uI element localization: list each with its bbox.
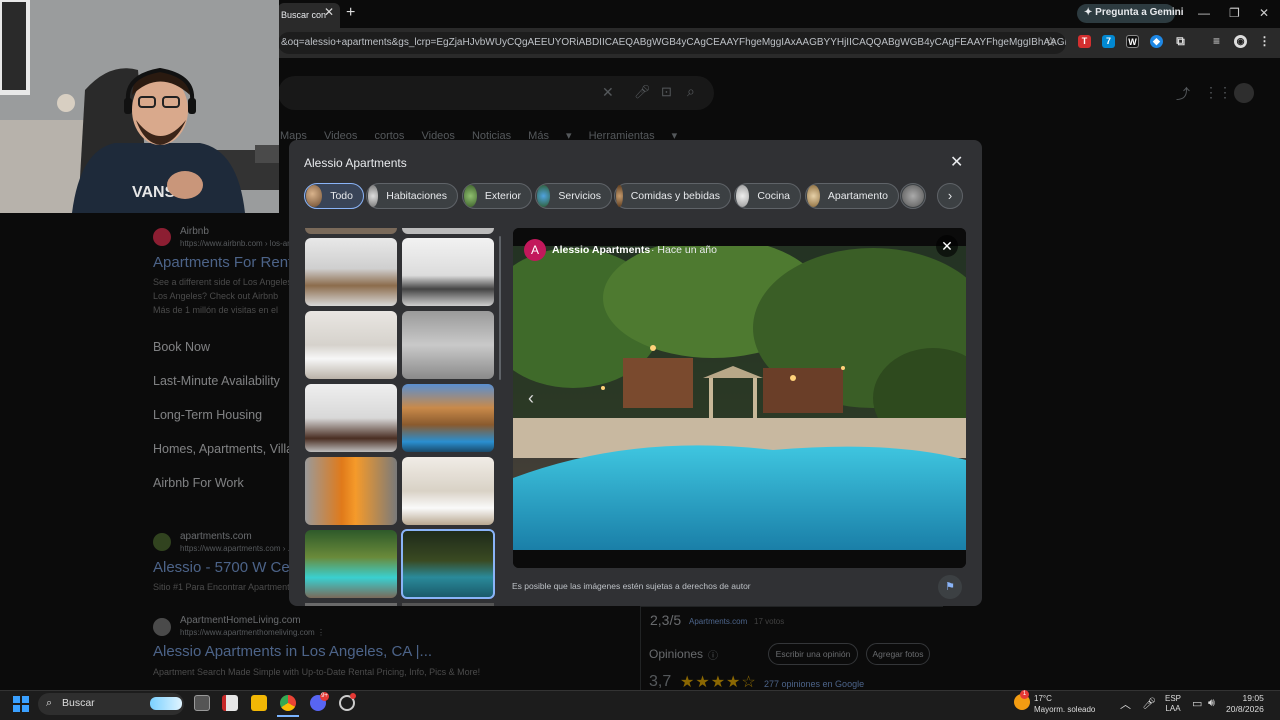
chrome-icon[interactable] xyxy=(280,695,296,711)
chip-label: Todo xyxy=(330,190,353,202)
reading-list-icon[interactable]: ≡ xyxy=(1210,35,1223,48)
chip-thumbnail xyxy=(902,185,924,207)
chip-exterior[interactable]: Exterior xyxy=(462,183,532,209)
restore-icon[interactable]: ❐ xyxy=(1229,6,1240,20)
gallery-scrollbar[interactable] xyxy=(499,236,501,380)
chip-thumbnail xyxy=(537,185,551,207)
pool-photo xyxy=(513,228,966,568)
author-avatar: A xyxy=(524,239,546,261)
gallery-thumbnail[interactable] xyxy=(305,530,397,598)
chip-thumbnail xyxy=(464,185,477,207)
minimize-icon[interactable]: — xyxy=(1198,6,1210,20)
windows-start-icon[interactable] xyxy=(13,696,29,712)
gallery-thumbnail[interactable] xyxy=(305,228,397,234)
address-bar[interactable]: &oq=alessio+apartments&gs_lcrp=EgZjaHJvb… xyxy=(278,32,1066,54)
tab-close-icon[interactable]: ✕ xyxy=(324,5,334,19)
chevron-right-icon[interactable]: › xyxy=(937,183,963,209)
gallery-thumbnail[interactable] xyxy=(305,311,397,379)
chip-label: Habitaciones xyxy=(386,190,447,202)
author-name[interactable]: Alessio Apartments xyxy=(552,244,650,256)
chip-label: Comidas y bebidas xyxy=(630,190,720,202)
search-icon: ⌕ xyxy=(46,697,53,709)
extension-icon[interactable]: 7 xyxy=(1102,35,1115,48)
language-indicator[interactable]: ESP LAA xyxy=(1165,694,1181,714)
chip-apartamento[interactable]: Apartamento xyxy=(805,183,899,209)
chevron-up-icon[interactable]: ︿ xyxy=(1120,696,1131,712)
extension-icon[interactable]: T xyxy=(1078,35,1091,48)
dialog-close-icon[interactable]: ✕ xyxy=(950,152,963,172)
chip-thumbnail xyxy=(368,185,379,207)
chip-label: Exterior xyxy=(484,190,521,202)
gallery-thumbnail[interactable] xyxy=(402,238,494,306)
search-highlight-icon xyxy=(150,697,182,710)
microphone-icon[interactable]: 🎤︎ xyxy=(1142,697,1156,710)
extension-icon[interactable]: W xyxy=(1126,35,1139,48)
taskbar-search-label: Buscar xyxy=(62,697,95,709)
browser-menu-icon[interactable]: ⋮ xyxy=(1258,35,1271,48)
gallery-thumbnail[interactable] xyxy=(305,384,397,452)
clock-date: 20/8/2026 xyxy=(1226,704,1264,714)
chip-comidas[interactable]: Comidas y bebidas xyxy=(614,183,731,209)
chip-more[interactable] xyxy=(900,183,926,209)
chip-label: Cocina xyxy=(757,190,790,202)
chip-habitaciones[interactable]: Habitaciones xyxy=(366,183,458,209)
weather-badge: 1 xyxy=(1020,690,1029,699)
gallery-thumbnail-selected[interactable] xyxy=(401,529,495,599)
new-tab-icon[interactable]: + xyxy=(346,4,355,22)
window-close-icon[interactable]: ✕ xyxy=(1259,6,1269,20)
gallery-thumbnail[interactable] xyxy=(402,603,494,606)
extensions-puzzle-icon[interactable]: ⧉ xyxy=(1174,35,1187,48)
webcam-overlay: VANS xyxy=(0,0,279,213)
chevron-left-icon[interactable]: ‹ xyxy=(528,388,534,409)
gemini-label: Pregunta a Gemini xyxy=(1095,7,1184,18)
chip-todo[interactable]: Todo xyxy=(304,183,364,209)
lang-top: ESP xyxy=(1165,694,1182,703)
report-flag-icon[interactable]: ⚑ xyxy=(938,575,962,599)
gallery-thumbnail[interactable] xyxy=(402,384,494,452)
app-icon[interactable] xyxy=(222,695,238,711)
weather-desc: Mayorm. soleado xyxy=(1034,705,1096,714)
post-time-text: Hace un año xyxy=(657,244,717,256)
notification-dot xyxy=(350,693,356,699)
chip-thumbnail xyxy=(616,185,623,207)
chip-servicios[interactable]: Servicios xyxy=(535,183,612,209)
file-explorer-icon[interactable] xyxy=(251,695,267,711)
notification-badge: 9+ xyxy=(320,692,329,701)
tab-title: Buscar con xyxy=(281,10,327,20)
gemini-button[interactable]: ✦ Pregunta a Gemini xyxy=(1077,4,1184,23)
address-text: &oq=alessio+apartments&gs_lcrp=EgZjaHJvb… xyxy=(281,37,1066,48)
gallery-thumbnail[interactable] xyxy=(305,457,397,525)
image-viewer[interactable] xyxy=(513,228,966,568)
weather-widget[interactable]: 17°C Mayorm. soleado xyxy=(1034,693,1095,715)
volume-icon[interactable]: 🔊︎ xyxy=(1208,697,1215,710)
chip-thumbnail xyxy=(306,185,323,207)
extension-icon[interactable]: ◆ xyxy=(1150,35,1163,48)
profile-avatar[interactable]: ◉ xyxy=(1234,35,1247,48)
gallery-thumbnail[interactable] xyxy=(305,603,397,606)
task-view-icon[interactable] xyxy=(194,695,210,711)
chip-label: Apartamento xyxy=(827,190,888,202)
gallery-thumbnail[interactable] xyxy=(402,228,494,234)
chip-label: Servicios xyxy=(558,190,601,202)
network-icon[interactable]: ▭ xyxy=(1192,697,1202,710)
dialog-title: Alessio Apartments xyxy=(304,156,407,170)
post-time: · Hace un año xyxy=(651,244,717,256)
chip-thumbnail xyxy=(807,185,820,207)
weather-temp: 17°C xyxy=(1034,694,1052,703)
active-indicator xyxy=(277,715,299,717)
chip-cocina[interactable]: Cocina xyxy=(734,183,801,209)
lang-bottom: LAA xyxy=(1165,704,1181,713)
gallery-thumbnail[interactable] xyxy=(305,238,397,306)
chip-thumbnail xyxy=(736,185,750,207)
viewer-close-icon[interactable]: ✕ xyxy=(936,235,958,257)
webcam-feed: VANS xyxy=(0,0,279,213)
copyright-notice: Es posible que las imágenes estén sujeta… xyxy=(512,581,751,591)
gallery-thumbnail[interactable] xyxy=(402,311,494,379)
clock-time: 19:05 xyxy=(1242,693,1264,703)
clock[interactable]: 19:05 20/8/2026 xyxy=(1226,693,1264,715)
bookmark-star-icon[interactable]: ☆ xyxy=(1045,34,1057,50)
gallery-thumbnail[interactable] xyxy=(402,457,494,525)
